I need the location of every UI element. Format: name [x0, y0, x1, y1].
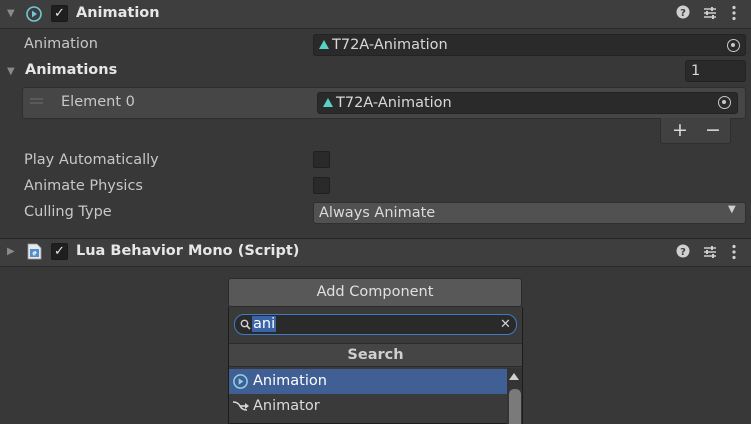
- culling-type-label: Culling Type: [24, 204, 112, 220]
- clear-search-icon[interactable]: ✕: [500, 316, 511, 333]
- remove-element-button[interactable]: −: [705, 119, 721, 141]
- animation-clip-icon: [319, 40, 329, 49]
- animation-icon: [233, 374, 248, 389]
- presets-icon[interactable]: [702, 5, 718, 25]
- lua-enabled-checkbox[interactable]: ✓: [51, 243, 68, 260]
- animation-clip-icon: [323, 98, 333, 107]
- help-icon[interactable]: ?: [676, 244, 690, 262]
- animations-array-label: Animations: [25, 62, 118, 78]
- culling-type-dropdown[interactable]: Always Animate: [313, 202, 746, 224]
- culling-type-value: Always Animate: [319, 205, 436, 221]
- list-item-label: Animation: [253, 373, 327, 389]
- svg-text:?: ?: [680, 247, 686, 258]
- animation-enabled-checkbox[interactable]: ✓: [51, 5, 68, 22]
- animation-object-value: T72A-Animation: [332, 37, 448, 53]
- context-menu-icon[interactable]: [730, 243, 738, 265]
- animation-field-label: Animation: [24, 36, 98, 52]
- list-item-animator[interactable]: Animator: [229, 394, 507, 419]
- dropdown-arrow-icon: ▼: [728, 204, 736, 215]
- search-icon: [240, 319, 251, 330]
- svg-text:?: ?: [680, 8, 686, 19]
- list-item-label: Animator: [253, 398, 320, 414]
- search-results-header: Search: [229, 343, 522, 367]
- script-icon: #: [27, 243, 42, 260]
- component-search-input[interactable]: [234, 314, 517, 335]
- search-value: ani: [252, 316, 277, 332]
- foldout-arrow-icon[interactable]: ▶: [7, 246, 15, 257]
- animation-object-field[interactable]: T72A-Animation: [313, 34, 746, 56]
- animate-physics-checkbox[interactable]: [313, 177, 330, 194]
- scroll-up-icon[interactable]: [509, 373, 519, 380]
- element-object-value: T72A-Animation: [336, 95, 452, 111]
- add-element-button[interactable]: +: [672, 119, 688, 141]
- presets-icon[interactable]: [702, 244, 718, 264]
- drag-handle-icon[interactable]: [30, 98, 43, 100]
- play-automatically-label: Play Automatically: [24, 152, 159, 168]
- object-picker-icon[interactable]: [718, 96, 731, 109]
- add-component-button[interactable]: Add Component: [228, 278, 522, 307]
- list-item-animation[interactable]: Animation: [229, 369, 507, 394]
- element-object-field[interactable]: T72A-Animation: [317, 92, 738, 114]
- lua-component-title: Lua Behavior Mono (Script): [76, 243, 300, 259]
- animations-foldout-icon[interactable]: ▼: [7, 66, 15, 77]
- play-automatically-checkbox[interactable]: [313, 151, 330, 168]
- animation-component-title: Animation: [76, 5, 160, 21]
- animate-physics-label: Animate Physics: [24, 178, 143, 194]
- context-menu-icon[interactable]: [730, 4, 738, 26]
- scrollbar-thumb[interactable]: [509, 389, 521, 424]
- animations-size-field[interactable]: 1: [685, 60, 746, 82]
- animator-icon: [232, 401, 249, 411]
- foldout-arrow-icon[interactable]: ▼: [7, 8, 15, 19]
- help-icon[interactable]: ?: [676, 5, 690, 23]
- animation-component-icon: [26, 6, 42, 22]
- svg-text:#: #: [32, 251, 37, 258]
- object-picker-icon[interactable]: [727, 39, 740, 52]
- element-label: Element 0: [61, 94, 135, 110]
